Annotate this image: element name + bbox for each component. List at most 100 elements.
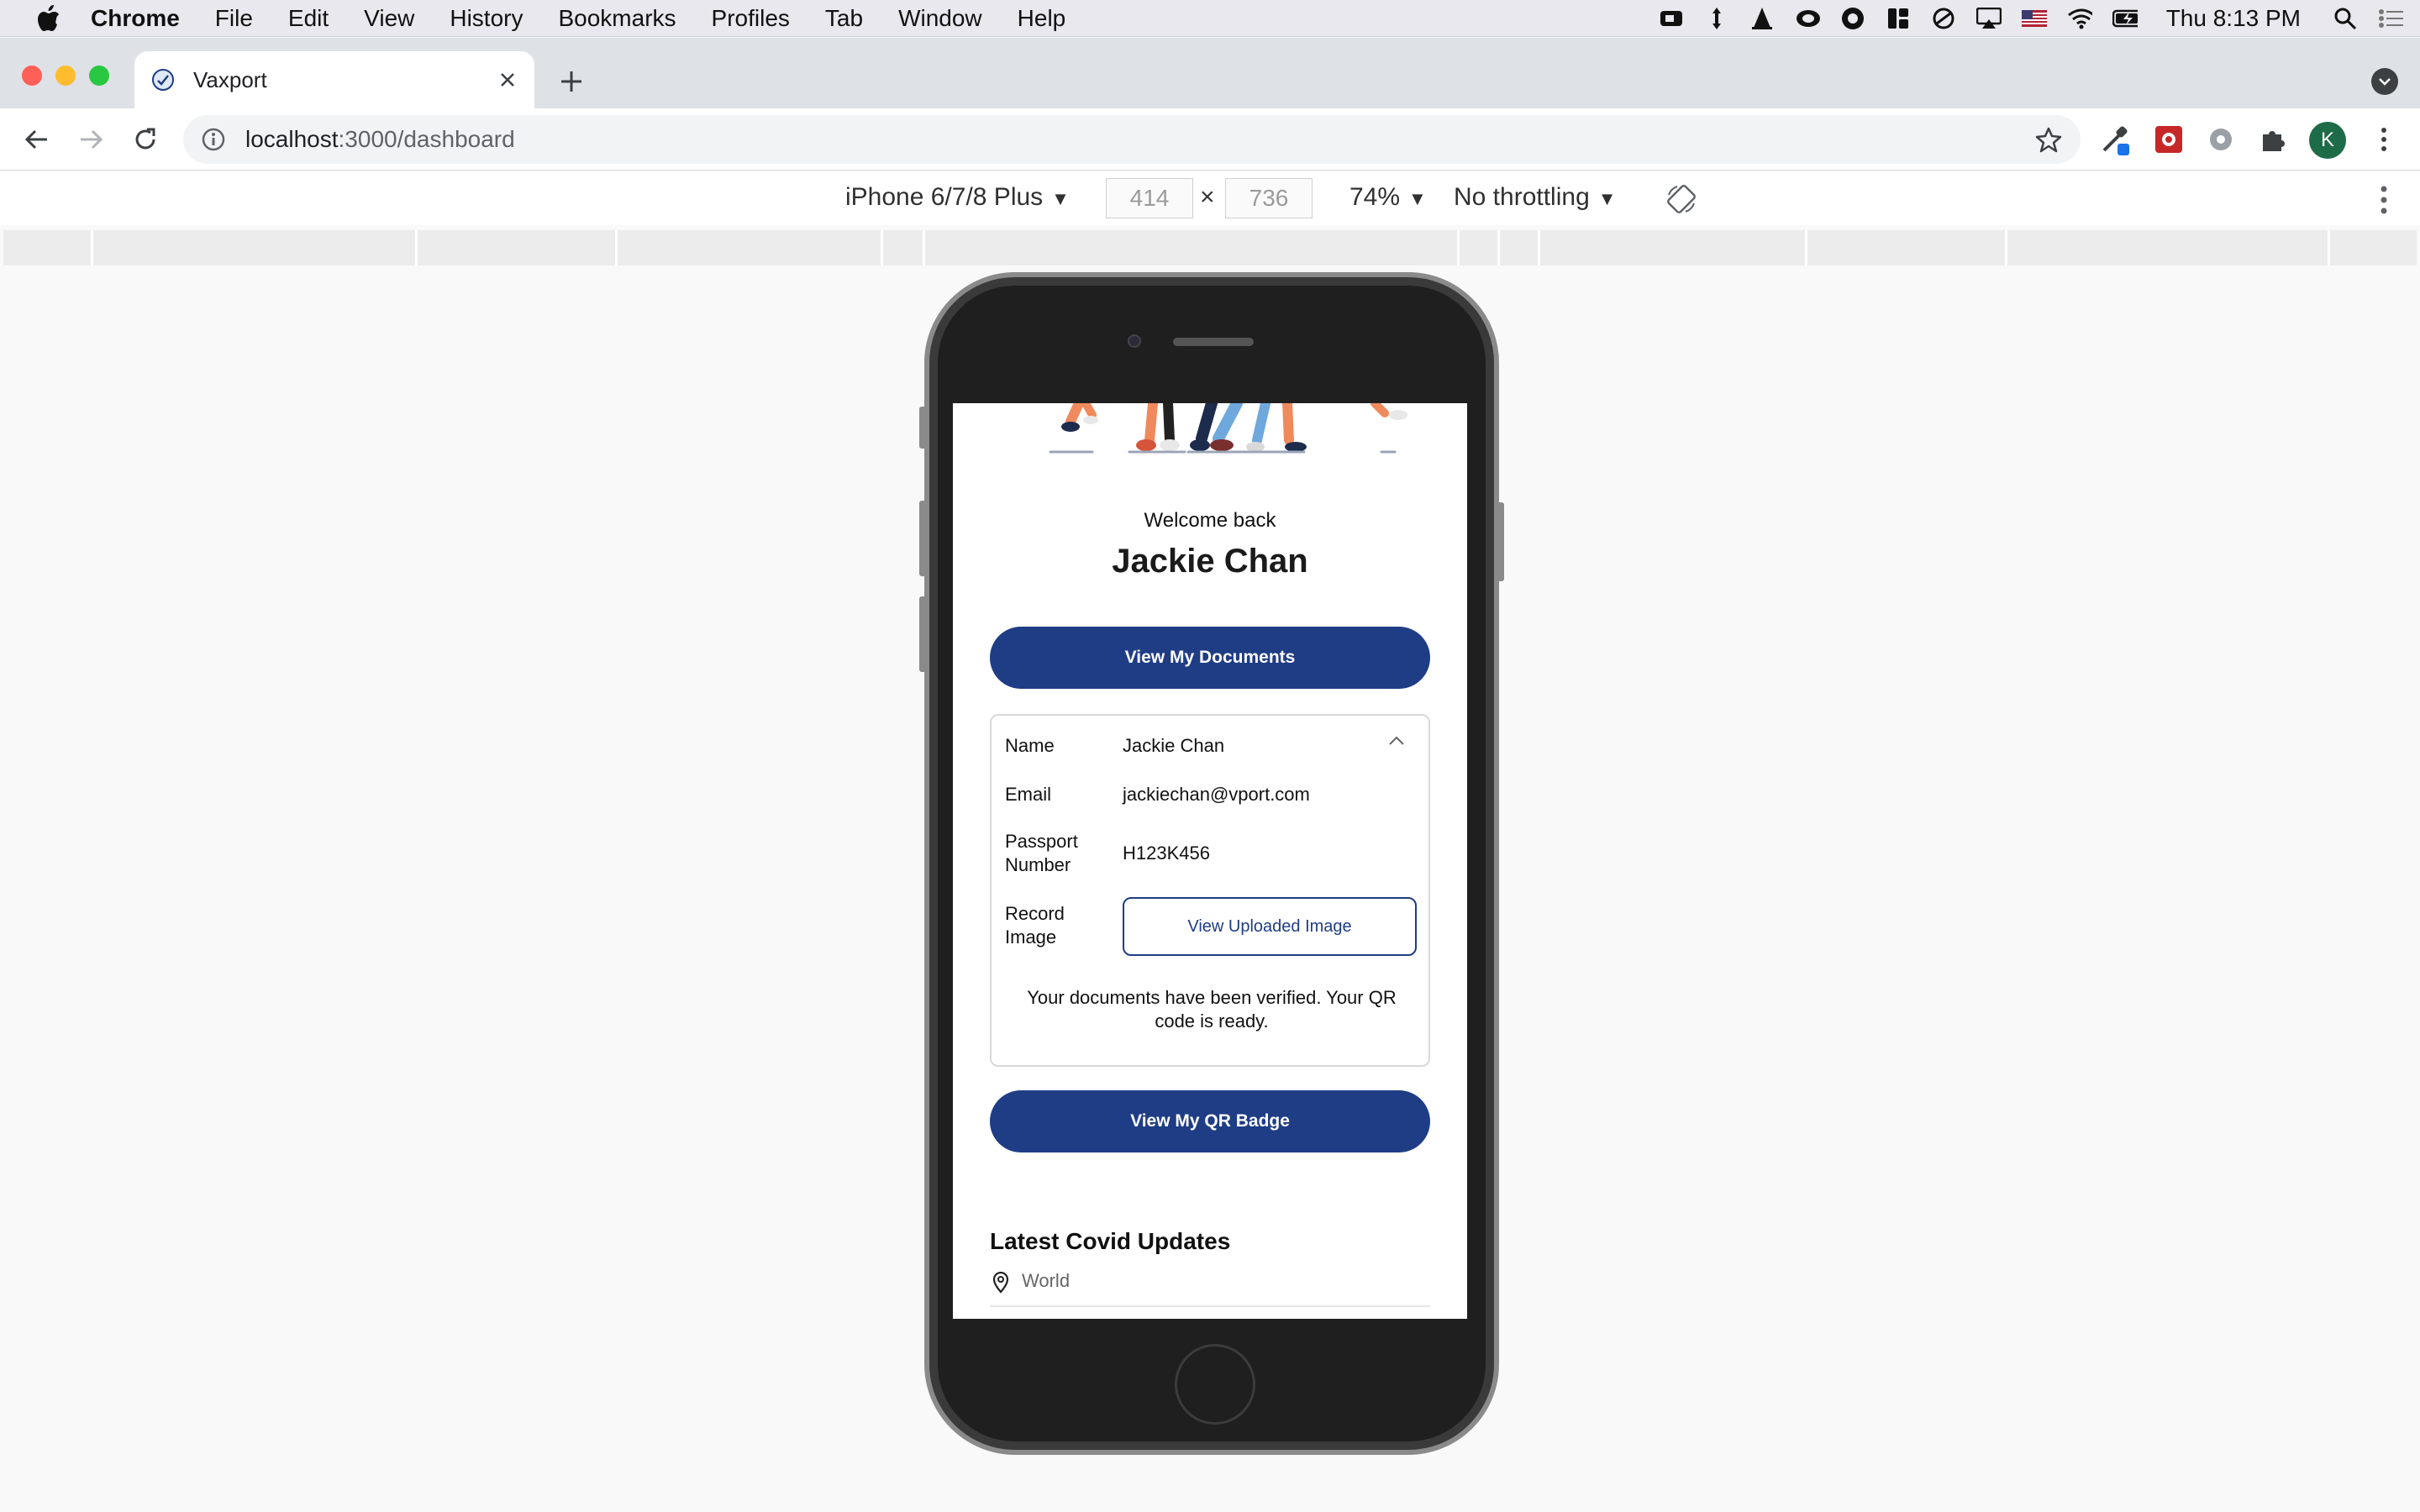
- device-selector[interactable]: iPhone 6/7/8 Plus ▼: [845, 183, 1070, 212]
- browser-tab[interactable]: Vaxport: [134, 51, 534, 108]
- media-query-segment[interactable]: [881, 230, 883, 265]
- dimension-times-sign: ×: [1200, 183, 1215, 211]
- control-center-icon[interactable]: [2378, 6, 2403, 31]
- window-minimize-button[interactable]: [55, 66, 76, 86]
- media-query-segment[interactable]: [1538, 230, 1540, 265]
- menu-view[interactable]: View: [364, 5, 414, 32]
- throttling-dropdown-caret-icon: ▼: [1597, 188, 1617, 209]
- spotlight-search-icon[interactable]: [2333, 6, 2358, 31]
- chevron-up-icon[interactable]: [1388, 734, 1405, 746]
- gear-extension-icon[interactable]: [2205, 123, 2237, 155]
- height-input[interactable]: 736: [1225, 178, 1313, 218]
- media-query-segment[interactable]: [1457, 230, 1460, 265]
- resize-arrows-icon[interactable]: [1704, 6, 1729, 31]
- section-divider: [990, 1305, 1430, 1307]
- device-name: iPhone 6/7/8 Plus: [845, 183, 1044, 211]
- view-uploaded-image-button[interactable]: View Uploaded Image: [1123, 897, 1417, 956]
- zoom-selector[interactable]: 74% ▼: [1349, 183, 1427, 212]
- window-close-button[interactable]: [22, 66, 42, 86]
- email-label: Email: [1005, 784, 1052, 805]
- user-name-heading: Jackie Chan: [1112, 543, 1308, 580]
- media-query-segment[interactable]: [2328, 230, 2330, 265]
- throttling-value: No throttling: [1454, 183, 1590, 211]
- device-toolbar: iPhone 6/7/8 Plus ▼ 414 × 736 74% ▼ No thr…: [0, 171, 2420, 225]
- back-arrow-icon[interactable]: [20, 123, 52, 155]
- camera-status-icon[interactable]: [1659, 6, 1684, 31]
- media-query-bar[interactable]: [3, 230, 2417, 265]
- passport-label-line2: Number: [1005, 854, 1071, 875]
- media-query-segment[interactable]: [91, 230, 93, 265]
- document-details-card: Name Jackie Chan Email jackiechan@vport.…: [990, 714, 1430, 1067]
- zoom-dropdown-caret-icon: ▼: [1408, 188, 1427, 209]
- menu-edit[interactable]: Edit: [288, 5, 329, 32]
- creative-cloud-icon[interactable]: [1795, 6, 1820, 31]
- browser-toolbar: localhost:3000/dashboard K: [0, 108, 2420, 171]
- app-viewport: Welcome back Jackie Chan View My Documen…: [953, 403, 1467, 1319]
- media-query-segment[interactable]: [923, 230, 925, 265]
- phone-volume-down: [919, 596, 926, 672]
- airplay-icon[interactable]: [1975, 6, 2002, 31]
- red-extension-icon[interactable]: [2153, 123, 2185, 155]
- media-query-segment[interactable]: [615, 230, 618, 265]
- media-query-segment[interactable]: [1497, 230, 1500, 265]
- new-tab-icon[interactable]: [556, 66, 587, 97]
- name-label: Name: [1005, 735, 1055, 756]
- location-text[interactable]: World: [1022, 1270, 1070, 1292]
- apple-icon[interactable]: [32, 4, 66, 32]
- passport-label-line1: Passport: [1005, 831, 1078, 852]
- url-host: localhost: [245, 126, 339, 152]
- reload-icon[interactable]: [129, 123, 161, 155]
- window-layout-icon[interactable]: [1886, 6, 1911, 31]
- sync-circle-icon[interactable]: [1840, 6, 1865, 31]
- phone-volume-up: [919, 501, 926, 576]
- forward-arrow-icon[interactable]: [76, 123, 108, 155]
- welcome-text: Welcome back: [1144, 509, 1276, 532]
- blocked-circle-icon[interactable]: [1931, 6, 1956, 31]
- throttling-selector[interactable]: No throttling ▼: [1454, 183, 1617, 212]
- url-path: :3000/dashboard: [338, 126, 515, 152]
- record-label-line1: Record: [1005, 903, 1065, 924]
- macos-menu-bar: Chrome File Edit View History Bookmarks …: [0, 0, 2420, 37]
- menu-file[interactable]: File: [215, 5, 253, 32]
- menubar-clock[interactable]: Thu 8:13 PM: [2166, 5, 2301, 32]
- extensions-puzzle-icon[interactable]: [2257, 123, 2289, 155]
- menu-tab[interactable]: Tab: [825, 5, 863, 32]
- battery-charging-icon[interactable]: [2112, 6, 2138, 31]
- view-documents-button[interactable]: View My Documents: [990, 627, 1430, 689]
- wifi-icon[interactable]: [2067, 6, 2092, 31]
- width-input[interactable]: 414: [1106, 178, 1193, 218]
- media-query-segment[interactable]: [415, 230, 418, 265]
- location-pin-icon: [992, 1271, 1010, 1294]
- zoom-value: 74%: [1349, 183, 1401, 211]
- media-query-segment[interactable]: [2005, 230, 2007, 265]
- window-zoom-button[interactable]: [89, 66, 109, 86]
- menu-history[interactable]: History: [450, 5, 523, 32]
- menu-help[interactable]: Help: [1018, 5, 1066, 32]
- vlc-cone-icon[interactable]: [1749, 6, 1775, 31]
- chrome-menu-kebab-icon[interactable]: [2368, 123, 2400, 155]
- profile-avatar[interactable]: K: [2309, 122, 2346, 159]
- site-info-icon[interactable]: [200, 126, 227, 153]
- menu-window[interactable]: Window: [898, 5, 982, 32]
- menu-profiles[interactable]: Profiles: [712, 5, 790, 32]
- address-bar[interactable]: localhost:3000/dashboard: [183, 115, 2081, 164]
- record-label-line2: Image: [1005, 927, 1057, 948]
- bookmark-star-icon[interactable]: [2035, 126, 2062, 153]
- name-value: Jackie Chan: [1123, 735, 1225, 756]
- tab-close-icon[interactable]: [497, 70, 518, 90]
- front-camera: [1128, 334, 1141, 348]
- media-query-segment[interactable]: [1805, 230, 1807, 265]
- earpiece-speaker: [1173, 338, 1254, 346]
- phone-power-button: [1497, 502, 1504, 581]
- home-button[interactable]: [1175, 1344, 1255, 1425]
- view-qr-badge-button[interactable]: View My QR Badge: [990, 1090, 1430, 1152]
- covid-updates-heading: Latest Covid Updates: [990, 1228, 1231, 1254]
- menu-bookmarks[interactable]: Bookmarks: [558, 5, 676, 32]
- us-flag-icon[interactable]: [2021, 6, 2047, 31]
- menu-app-name[interactable]: Chrome: [91, 5, 180, 32]
- device-dropdown-caret-icon: ▼: [1051, 188, 1070, 209]
- eyedropper-extension-icon[interactable]: [2099, 123, 2131, 155]
- tab-search-icon[interactable]: [2371, 68, 2398, 95]
- device-toolbar-menu-icon[interactable]: [2380, 185, 2388, 215]
- rotate-device-icon[interactable]: [1665, 183, 1697, 215]
